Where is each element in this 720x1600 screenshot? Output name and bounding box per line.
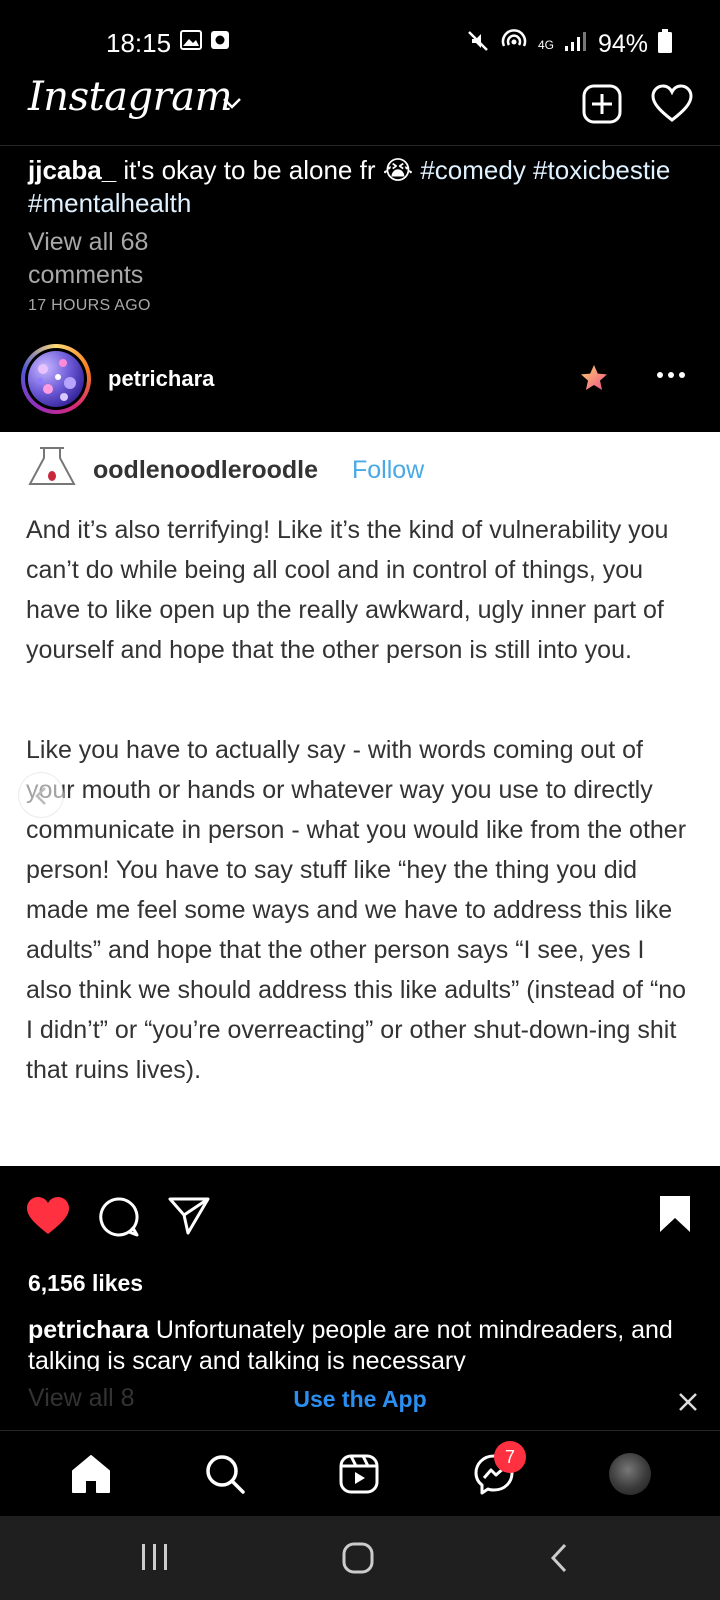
status-time: 18:15 — [106, 28, 172, 58]
hotspot-icon — [500, 28, 528, 61]
share-icon[interactable] — [168, 1196, 210, 1241]
post-actions — [0, 1166, 720, 1272]
back-icon[interactable] — [548, 1542, 570, 1579]
heart-icon[interactable] — [651, 84, 693, 129]
status-bar: 18:15 4G 94% — [0, 0, 720, 68]
mute-icon — [466, 29, 490, 60]
search-icon[interactable] — [204, 1453, 246, 1500]
previous-caption-text: it's okay to be alone fr 😭 — [116, 155, 421, 185]
chevron-down-icon[interactable] — [222, 96, 242, 115]
post-caption: petrichara Unfortunately people are not … — [28, 1315, 698, 1371]
app-header: Instagram — [0, 68, 720, 146]
battery-percent: 94% — [597, 30, 648, 58]
comment-icon[interactable] — [98, 1196, 140, 1243]
post-header: petrichara — [0, 334, 720, 432]
gallery-icon — [180, 30, 202, 55]
reels-icon[interactable] — [338, 1453, 380, 1500]
close-icon[interactable] — [678, 1392, 698, 1417]
battery-icon — [658, 29, 672, 60]
new-post-icon[interactable] — [582, 84, 622, 129]
tumblr-paragraph-2: Like you have to actually say - with wor… — [26, 736, 687, 1084]
use-app-banner: Use the App — [0, 1372, 720, 1430]
messenger-badge: 7 — [494, 1441, 526, 1473]
post-timestamp: 17 HOURS AGO — [28, 297, 151, 314]
signal-icon — [564, 30, 588, 59]
bottom-nav: 7 — [0, 1430, 720, 1516]
carousel-previous-button[interactable] — [18, 772, 64, 818]
status-right: 4G 94% — [466, 28, 672, 61]
save-bookmark-icon[interactable] — [658, 1194, 692, 1239]
likes-count[interactable]: 6,156 likes — [28, 1270, 143, 1297]
tumblr-avatar-icon — [26, 446, 78, 491]
post-username[interactable]: petrichara — [108, 366, 214, 392]
post-image[interactable]: oodlenoodleroodle Follow And it’s also t… — [0, 432, 720, 1166]
android-nav-bar — [0, 1516, 720, 1600]
instagram-logo[interactable]: Instagram — [28, 74, 233, 120]
use-the-app-link[interactable]: Use the App — [0, 1386, 720, 1413]
story-avatar[interactable] — [21, 344, 91, 414]
tumblr-author: oodlenoodleroodle — [93, 456, 318, 484]
home-icon[interactable] — [70, 1453, 112, 1500]
profile-avatar[interactable] — [609, 1453, 651, 1495]
avatar-image — [28, 351, 84, 407]
like-icon[interactable] — [26, 1196, 70, 1241]
recent-apps-icon[interactable] — [140, 1542, 170, 1577]
tumblr-follow: Follow — [352, 456, 425, 484]
previous-post-caption: jjcaba_ it's okay to be alone fr 😭 #come… — [28, 154, 700, 220]
network-type: 4G — [537, 37, 554, 52]
tumblr-paragraph-1: And it’s also terrifying! Like it’s the … — [26, 516, 669, 664]
previous-post-username[interactable]: jjcaba_ — [28, 155, 116, 185]
avatar-border — [25, 348, 87, 410]
favorite-star-icon[interactable] — [580, 364, 608, 397]
view-comments-link[interactable]: View all 68 comments — [28, 226, 208, 292]
screen-record-icon — [210, 30, 230, 55]
more-options-icon[interactable] — [656, 366, 686, 384]
caption-username[interactable]: petrichara — [28, 1316, 149, 1344]
home-button-icon[interactable] — [342, 1542, 374, 1579]
